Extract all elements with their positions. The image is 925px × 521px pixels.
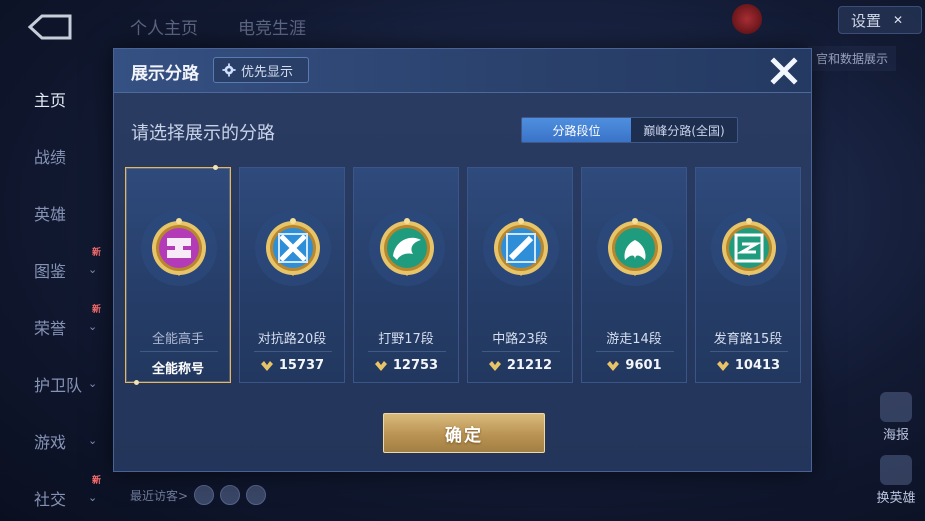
close-icon[interactable]: ✕ bbox=[893, 13, 903, 27]
clash-lane-icon bbox=[255, 210, 331, 286]
settings-button[interactable]: 设置 ✕ bbox=[838, 6, 922, 34]
recent-visitors[interactable]: 最近访客> bbox=[130, 485, 267, 505]
divider bbox=[596, 351, 674, 352]
lane-card[interactable]: 中路23段 21212 bbox=[467, 167, 573, 383]
lane-card[interactable]: 对抗路20段 15737 bbox=[239, 167, 345, 383]
sidebar-item-label: 护卫队 bbox=[34, 375, 83, 395]
sidebar-item[interactable]: 护卫队 ⌄ bbox=[0, 355, 110, 412]
sidebar-item[interactable]: 战绩 bbox=[0, 127, 110, 184]
settings-label: 设置 bbox=[851, 11, 882, 30]
chevron-down-icon: ⌄ bbox=[88, 491, 98, 504]
tab-lane-rank[interactable]: 分路段位 bbox=[522, 118, 631, 142]
lane-score: 10413 bbox=[696, 358, 800, 373]
lane-rank-label: 对抗路20段 bbox=[257, 332, 327, 347]
divider bbox=[140, 351, 218, 352]
avatar[interactable] bbox=[220, 485, 241, 505]
lane-score-value: 21212 bbox=[506, 358, 553, 373]
tab-personal-home[interactable]: 个人主页 bbox=[130, 14, 198, 39]
sidebar: 主页 战绩 英雄 图鉴 ⌄ 新荣誉 ⌄ 新护卫队 ⌄ 游戏 ⌄ 社交 ⌄ 新 bbox=[0, 70, 110, 521]
chevron-down-icon: ⌄ bbox=[88, 377, 98, 390]
sidebar-item-label: 图鉴 bbox=[34, 261, 67, 281]
modal-title: 展示分路 bbox=[131, 64, 199, 84]
gear-icon bbox=[222, 63, 236, 77]
power-icon bbox=[716, 360, 729, 371]
lane-score: 9601 bbox=[582, 358, 686, 373]
change-hero-button[interactable]: 换英雄 bbox=[868, 455, 924, 506]
jungle-icon bbox=[369, 210, 445, 286]
sidebar-item[interactable]: 社交 ⌄ 新 bbox=[0, 469, 110, 521]
lane-card[interactable]: 发育路15段 10413 bbox=[695, 167, 801, 383]
sidebar-item[interactable]: 游戏 ⌄ bbox=[0, 412, 110, 469]
divider bbox=[710, 351, 788, 352]
divider bbox=[482, 351, 560, 352]
hero-icon bbox=[880, 455, 912, 485]
chevron-down-icon: ⌄ bbox=[88, 320, 98, 333]
lane-score-value: 10413 bbox=[734, 358, 781, 373]
lane-score: 12753 bbox=[354, 358, 458, 373]
sidebar-item-label: 游戏 bbox=[34, 432, 67, 452]
divider bbox=[254, 351, 332, 352]
visitors-label: 最近访客> bbox=[130, 488, 189, 503]
divider bbox=[368, 351, 446, 352]
lane-rank-label: 游走14段 bbox=[606, 332, 662, 347]
sidebar-item[interactable]: 主页 bbox=[0, 70, 110, 127]
poster-label: 海报 bbox=[882, 428, 909, 443]
avatar[interactable] bbox=[246, 485, 267, 505]
back-icon[interactable] bbox=[24, 12, 76, 42]
lane-rank-label: 全能高手 bbox=[151, 332, 204, 347]
priority-display-button[interactable]: 优先显示 bbox=[213, 57, 309, 83]
priority-label: 优先显示 bbox=[241, 64, 294, 80]
chevron-down-icon: ⌄ bbox=[88, 263, 98, 276]
sidebar-item-label: 荣誉 bbox=[34, 318, 67, 338]
sidebar-item-label: 主页 bbox=[34, 90, 67, 110]
sidebar-item[interactable]: 图鉴 ⌄ 新 bbox=[0, 241, 110, 298]
lane-score-value: 12753 bbox=[392, 358, 439, 373]
lane-display-modal: 展示分路 优先显示 请选择展示的分路 分路段位 巅峰分路(全国) 全能高手全能称… bbox=[113, 48, 812, 472]
lane-rank-label: 中路23段 bbox=[492, 332, 548, 347]
sidebar-item[interactable]: 英雄 bbox=[0, 184, 110, 241]
sidebar-item-label: 战绩 bbox=[34, 147, 67, 167]
sidebar-item-label: 社交 bbox=[34, 489, 67, 509]
sidebar-item[interactable]: 荣誉 ⌄ 新 bbox=[0, 298, 110, 355]
new-badge: 新 bbox=[92, 476, 102, 486]
farm-lane-icon bbox=[711, 210, 787, 286]
close-icon[interactable] bbox=[766, 53, 802, 89]
new-badge: 新 bbox=[92, 248, 102, 258]
modal-subtitle: 请选择展示的分路 bbox=[131, 123, 275, 144]
lane-title-label: 全能称号 bbox=[151, 362, 204, 377]
view-tabs: 分路段位 巅峰分路(全国) bbox=[521, 117, 738, 143]
lane-card[interactable]: 全能高手 全能称号 bbox=[125, 165, 231, 385]
data-display-hint: 官和数据展示 bbox=[808, 46, 897, 71]
power-icon bbox=[260, 360, 273, 371]
lane-card[interactable]: 游走14段 9601 bbox=[581, 167, 687, 383]
power-icon bbox=[607, 360, 620, 371]
selection-corner-dot bbox=[134, 380, 139, 385]
poster-button[interactable]: 海报 bbox=[868, 392, 924, 443]
lane-rank-label: 打野17段 bbox=[378, 332, 434, 347]
power-icon bbox=[374, 360, 387, 371]
avatar[interactable] bbox=[194, 485, 215, 505]
vip-icon[interactable] bbox=[732, 4, 762, 34]
lane-score-value: 15737 bbox=[278, 358, 325, 373]
power-icon bbox=[488, 360, 501, 371]
top-tabs: 个人主页 电竞生涯 bbox=[130, 14, 306, 39]
sidebar-item-label: 英雄 bbox=[34, 204, 67, 224]
change-hero-label: 换英雄 bbox=[876, 491, 916, 506]
poster-icon bbox=[880, 392, 912, 422]
roam-icon bbox=[597, 210, 673, 286]
lane-score: 21212 bbox=[468, 358, 572, 373]
lane-rank-label: 发育路15段 bbox=[713, 332, 783, 347]
lane-score: 15737 bbox=[240, 358, 344, 373]
lane-score-value: 9601 bbox=[625, 358, 662, 373]
modal-header: 展示分路 优先显示 bbox=[114, 49, 811, 93]
selection-corner-dot bbox=[213, 165, 218, 170]
allround-icon bbox=[141, 210, 217, 286]
chevron-down-icon: ⌄ bbox=[88, 434, 98, 447]
new-badge: 新 bbox=[92, 305, 102, 315]
confirm-button[interactable]: 确定 bbox=[383, 413, 545, 453]
lane-card[interactable]: 打野17段 12753 bbox=[353, 167, 459, 383]
tab-esports-career[interactable]: 电竞生涯 bbox=[238, 14, 306, 39]
mid-lane-icon bbox=[483, 210, 559, 286]
tab-peak-lane[interactable]: 巅峰分路(全国) bbox=[631, 118, 737, 142]
